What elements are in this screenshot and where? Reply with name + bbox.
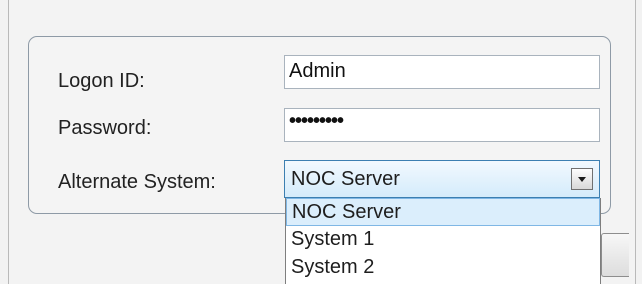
chevron-down-icon[interactable] <box>571 168 593 190</box>
dropdown-option-noc-server[interactable]: NOC Server <box>286 198 600 226</box>
logon-id-field[interactable]: Admin <box>284 55 600 89</box>
password-field[interactable]: ••••••••• <box>284 108 600 142</box>
alternate-system-dropdown-list: NOC Server System 1 System 2 <box>285 198 601 284</box>
dropdown-option-system-2[interactable]: System 2 <box>286 254 600 282</box>
alternate-system-label: Alternate System: <box>58 171 216 193</box>
dropdown-option-system-1[interactable]: System 1 <box>286 226 600 254</box>
logon-id-label: Logon ID: <box>58 70 145 92</box>
partially-hidden-button[interactable] <box>601 233 629 277</box>
alternate-system-selected-value: NOC Server <box>291 168 400 190</box>
alternate-system-combobox[interactable]: NOC Server <box>284 160 600 198</box>
password-label: Password: <box>58 117 152 139</box>
